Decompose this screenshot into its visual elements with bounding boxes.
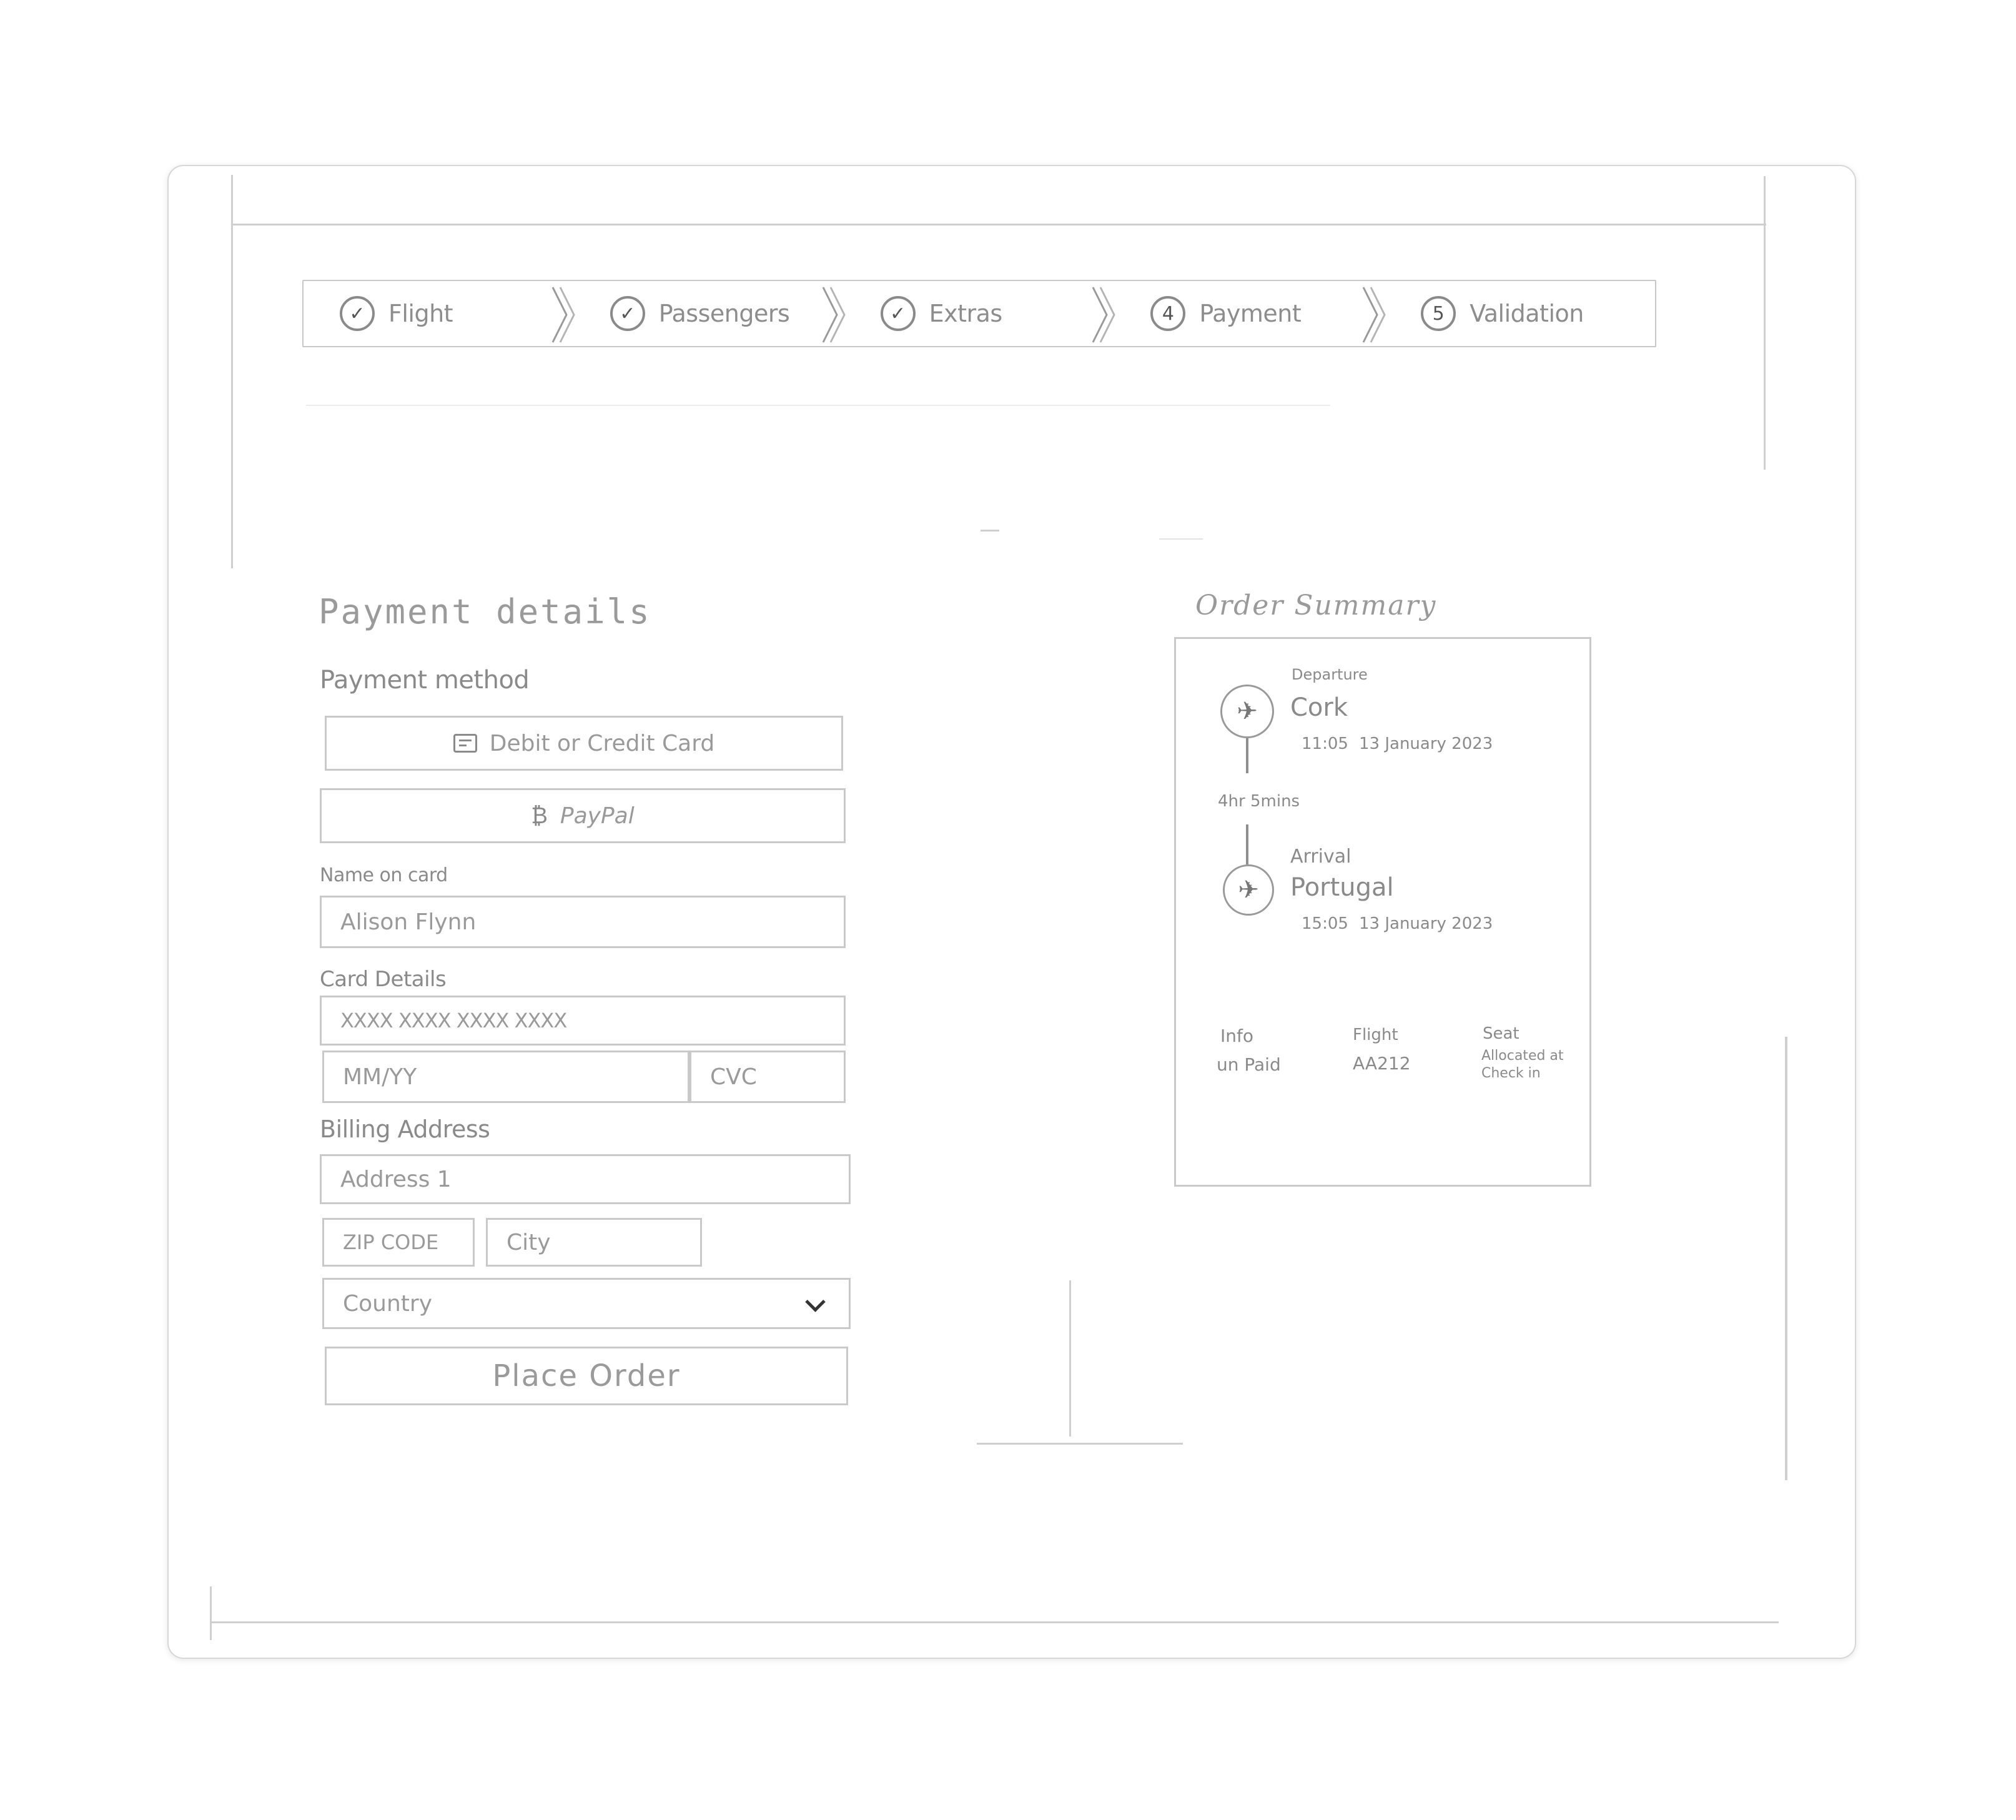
payment-details-title: Payment details [319,592,651,631]
info-label: Info [1220,1026,1253,1046]
seat-value-line-2: Check in [1481,1066,1541,1081]
name-on-card-label: Name on card [320,864,448,886]
sketch-line-faint [306,405,1330,406]
route-line-top [1246,738,1248,773]
billing-address-label: Billing Address [320,1115,490,1143]
sketch-line-mid-v [1069,1280,1071,1437]
plane-landing-icon: ✈ [1223,864,1274,916]
departure-city: Cork [1290,693,1348,722]
sketch-line-bottom [211,1621,1779,1623]
payment-method-label: Payment method [320,666,530,695]
card-number-input[interactable]: XXXX XXXX XXXX XXXX [320,996,846,1046]
check-circle-icon: ✓ [340,296,375,331]
cvc-input[interactable]: CVC [689,1051,846,1103]
step-passengers[interactable]: ✓ Passengers [574,281,846,346]
route-line-bottom [1246,824,1248,864]
checkout-stepper: ✓ Flight ✓ Passengers ✓ Extras 4 Payment… [302,280,1656,347]
paypal-button[interactable]: ₿ PayPal [320,788,846,843]
step-label: Validation [1470,300,1584,327]
card-payment-label: Debit or Credit Card [489,730,715,756]
card-icon [453,734,477,753]
flight-duration: 4hr 5mins [1218,792,1300,811]
arrival-city: Portugal [1290,873,1394,902]
sketch-line-right [1764,176,1766,470]
step-flight[interactable]: ✓ Flight [304,281,575,346]
arrival-date: 13 January 2023 [1359,914,1493,933]
step-label: Flight [388,300,453,327]
name-on-card-input[interactable]: Alison Flynn [320,896,846,948]
address-input[interactable]: Address 1 [320,1154,851,1204]
order-summary-title: Order Summary [1195,590,1437,621]
sketch-dash [981,530,999,532]
step-number-icon: 4 [1150,296,1186,331]
flight-label: Flight [1353,1026,1398,1044]
step-label: Extras [929,300,1003,327]
country-select-value: Country [343,1290,433,1317]
step-label: Payment [1199,300,1302,327]
step-number-icon: 5 [1421,296,1456,331]
paypal-icon: ₿ [531,803,548,829]
chevron-down-icon [805,1292,826,1312]
step-extras[interactable]: ✓ Extras [844,281,1116,346]
card-details-label: Card Details [320,967,447,992]
sketch-line-left [231,175,233,568]
step-payment[interactable]: 4 Payment [1114,281,1386,346]
expiry-input[interactable]: MM/YY [322,1051,689,1103]
place-order-button[interactable]: Place Order [325,1347,848,1405]
step-label: Passengers [658,300,790,327]
departure-date: 13 January 2023 [1359,734,1493,753]
sketch-line-mid-h [977,1443,1183,1445]
sketch-dash-2 [1159,538,1203,540]
check-circle-icon: ✓ [880,296,916,331]
paypal-label: PayPal [560,803,635,829]
flight-value: AA212 [1353,1053,1411,1074]
sketch-line-right-low [1785,1037,1787,1480]
plane-takeoff-icon: ✈ [1220,685,1274,738]
seat-label: Seat [1483,1024,1519,1043]
sketch-line-bottom-left [210,1586,212,1640]
sketch-line-top [232,224,1766,225]
seat-value-line-1: Allocated at [1481,1048,1564,1064]
check-circle-icon: ✓ [610,296,645,331]
card-payment-button[interactable]: Debit or Credit Card [325,716,843,771]
step-validation[interactable]: 5 Validation [1385,281,1655,346]
arrival-time: 15:05 [1302,914,1348,933]
arrival-label: Arrival [1290,846,1351,868]
departure-time: 11:05 [1302,734,1348,753]
info-value: un Paid [1217,1054,1281,1075]
country-select[interactable]: Country [322,1278,851,1329]
zip-code-input[interactable]: ZIP CODE [322,1218,475,1267]
city-input[interactable]: City [486,1218,702,1267]
departure-label: Departure [1292,666,1368,683]
